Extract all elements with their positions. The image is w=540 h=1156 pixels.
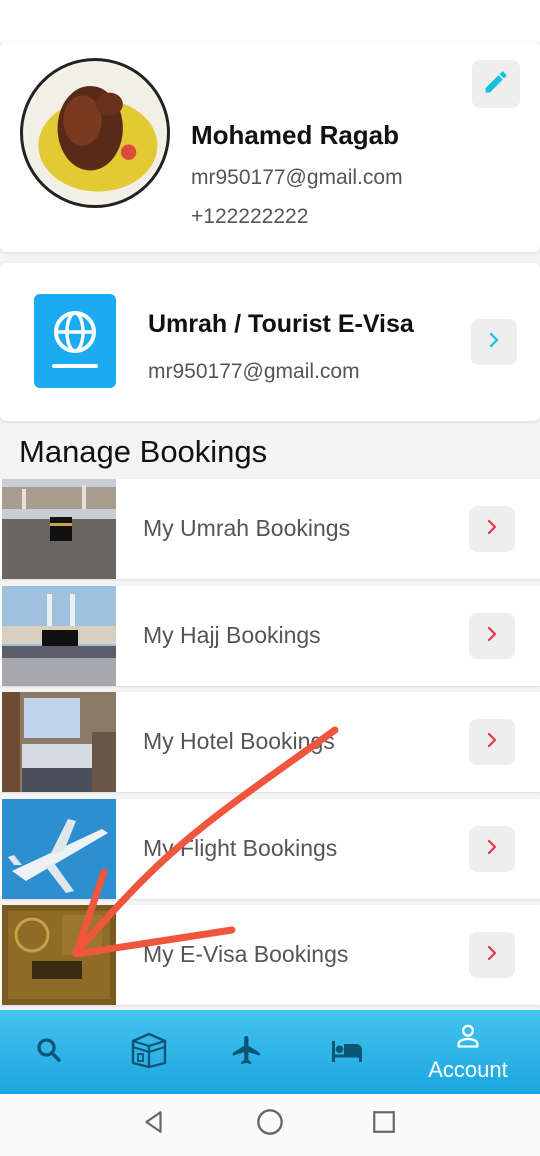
chevron-button[interactable] [469,826,515,872]
account-icon [454,1022,482,1055]
profile-phone: +122222222 [191,205,309,228]
search-icon [34,1035,64,1070]
chevron-button[interactable] [469,932,515,978]
booking-row-hotel[interactable]: My Hotel Bookings [0,692,540,792]
recents-button[interactable] [366,1106,402,1142]
chevron-right-icon [483,518,501,541]
system-navigation-bar [0,1094,540,1156]
chevron-button[interactable] [469,506,515,552]
home-button[interactable] [252,1106,288,1142]
booking-row-flight[interactable]: My Flight Bookings [0,799,540,899]
recents-square-icon [371,1109,397,1140]
hotel-room-photo [2,692,116,792]
booking-row-label: My Hajj Bookings [143,622,321,648]
chevron-button[interactable] [469,719,515,765]
bottom-nav: Account [0,1010,540,1094]
profile-email: mr950177@gmail.com [191,166,403,189]
chevron-button[interactable] [469,613,515,659]
nav-flights[interactable] [216,1010,278,1094]
pencil-icon [482,68,510,101]
airplane-icon [230,1033,264,1072]
edit-profile-button[interactable] [472,60,520,108]
chevron-right-icon [483,731,501,754]
booking-row-label: My Umrah Bookings [143,515,351,541]
profile-name: Mohamed Ragab [191,120,400,150]
booking-row-evisa[interactable]: My E-Visa Bookings [0,905,540,1005]
chevron-right-icon [483,625,501,648]
chevron-right-icon [483,838,501,861]
chevron-right-icon [485,331,503,354]
booking-row-hajj[interactable]: My Hajj Bookings [0,586,540,686]
evisa-open-button[interactable] [471,319,517,365]
passport-photo [2,905,116,1005]
evisa-title: Umrah / Tourist E-Visa [148,310,414,338]
back-triangle-icon [141,1109,167,1140]
kaaba-icon [129,1031,169,1074]
manage-bookings-title: Manage Bookings [19,434,268,469]
nav-hotels[interactable] [316,1010,378,1094]
booking-row-label: My Hotel Bookings [143,728,335,754]
bed-icon [329,1035,365,1070]
nav-account-label: Account [428,1056,508,1082]
booking-row-label: My Flight Bookings [143,835,338,861]
nav-account[interactable]: Account [418,1010,518,1094]
hajj-mosque-photo [2,586,116,686]
nav-umrah[interactable] [118,1010,180,1094]
kaaba-crowd-photo [2,479,116,579]
chevron-right-icon [483,944,501,967]
home-circle-icon [256,1108,284,1141]
airplane-sky-photo [2,799,116,899]
booking-row-umrah[interactable]: My Umrah Bookings [0,479,540,579]
avatar [20,58,170,208]
status-area [0,0,540,42]
nav-search[interactable] [18,1010,80,1094]
evisa-email: mr950177@gmail.com [148,360,360,383]
booking-row-label: My E-Visa Bookings [143,941,349,967]
passport-globe-icon [34,294,116,388]
back-button[interactable] [136,1106,172,1142]
